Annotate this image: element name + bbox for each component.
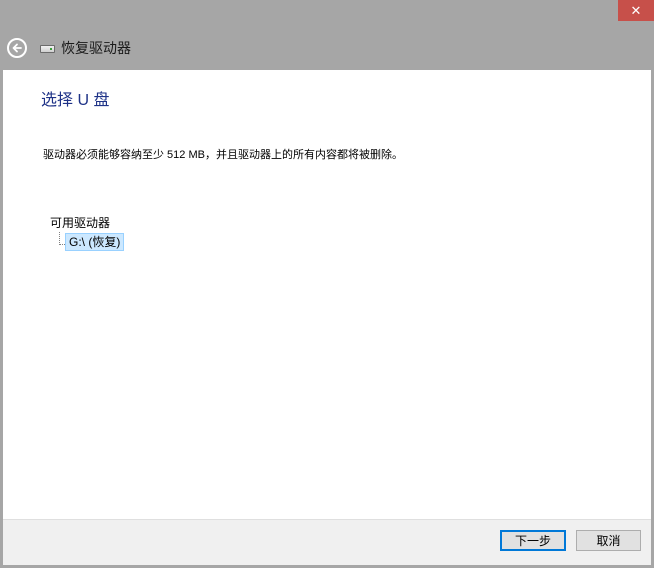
drive-item-g[interactable]: G:\ (恢复) [65, 233, 125, 251]
back-arrow-icon [12, 43, 22, 53]
back-button[interactable] [7, 38, 27, 58]
drive-icon [40, 45, 55, 53]
cancel-button[interactable]: 取消 [576, 530, 641, 551]
page-title: 选择 U 盘 [41, 92, 110, 109]
content-panel: 选择 U 盘 驱动器必须能够容纳至少 512 MB，并且驱动器上的所有内容都将被… [3, 70, 651, 519]
close-icon: ✕ [630, 2, 642, 18]
next-button[interactable]: 下一步 [500, 530, 566, 551]
footer-bar: 下一步 取消 [3, 519, 651, 565]
drive-tree-root: 可用驱动器 [50, 216, 111, 230]
description-text: 驱动器必须能够容纳至少 512 MB，并且驱动器上的所有内容都将被删除。 [43, 149, 403, 161]
window-title: 恢复驱动器 [61, 40, 131, 56]
close-button[interactable]: ✕ [618, 0, 654, 21]
